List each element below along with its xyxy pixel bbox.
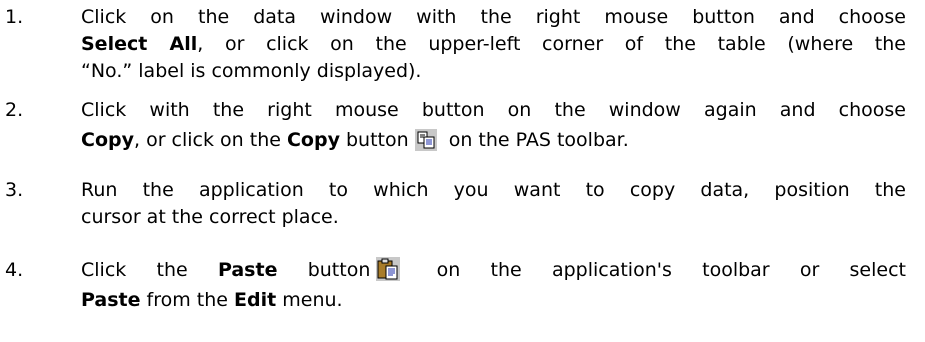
step-text-line: Paste from the Edit menu. — [81, 289, 343, 311]
button-name: Paste — [81, 289, 141, 311]
step-text-line: “No.” label is commonly displayed). — [81, 60, 422, 82]
copy-icon — [414, 129, 437, 158]
menu-name: Edit — [234, 289, 277, 311]
step-number: 1. — [5, 6, 24, 28]
step-number: 4. — [5, 259, 24, 281]
step-text-line: Click on the data window with the right … — [81, 6, 906, 28]
step-text-line: Run the application to which you want to… — [81, 179, 906, 201]
button-name: Paste — [217, 259, 278, 281]
instruction-list: 1. Click on the data window with the rig… — [0, 0, 925, 342]
step-text-line: Click the Paste button on the applicatio… — [81, 257, 906, 288]
paste-icon — [376, 257, 401, 288]
step-number: 2. — [5, 99, 24, 121]
step-text-line: Select All, or click on the upper-left c… — [81, 33, 906, 55]
menu-item-name: Select All — [81, 33, 198, 55]
step-text-line: Copy, or click on the Copy button on the… — [81, 127, 906, 158]
button-name: Copy — [286, 129, 340, 151]
menu-item-name: Copy — [81, 129, 134, 151]
step-text-line: Click with the right mouse button on the… — [81, 99, 906, 121]
step-number: 3. — [5, 179, 24, 201]
step-text-line: cursor at the correct place. — [81, 206, 339, 228]
